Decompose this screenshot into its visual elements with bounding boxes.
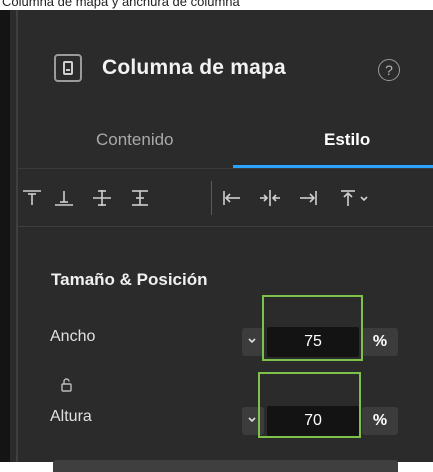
tab-estilo[interactable]: Estilo (324, 130, 370, 150)
height-unit[interactable]: % (362, 407, 398, 435)
align-middle-icon[interactable] (88, 185, 116, 211)
height-label: Altura (50, 408, 92, 425)
align-top-icon[interactable] (18, 185, 46, 211)
panel-title: Columna de mapa (102, 56, 286, 79)
height-highlight-box (258, 372, 361, 438)
align-bottom-icon[interactable] (50, 185, 78, 211)
distribute-vertical-icon[interactable] (126, 185, 154, 211)
help-circle-icon[interactable]: ? (378, 59, 400, 81)
align-right-icon[interactable] (294, 185, 322, 211)
width-highlight-box (262, 295, 363, 361)
width-label: Ancho (50, 328, 96, 345)
screenshot-caption: Columna de mapa y anchura de columna (2, 0, 240, 9)
app-window: Columna de mapa y anchura de columna Col… (0, 0, 433, 472)
toolbar-separator (211, 181, 212, 215)
tab-contenido[interactable]: Contenido (96, 130, 174, 150)
width-unit-dropdown[interactable] (242, 328, 264, 356)
align-left-icon[interactable] (218, 185, 246, 211)
toolbar-divider (18, 226, 433, 227)
chevron-down-icon (248, 338, 256, 344)
map-column-widget-icon (54, 54, 82, 82)
unlock-aspect-ratio-icon[interactable] (59, 377, 75, 393)
caption-strip: Columna de mapa y anchura de columna (0, 0, 433, 10)
align-top-dropdown-icon[interactable] (336, 185, 372, 211)
chevron-down-icon (248, 417, 256, 423)
size-position-heading: Tamaño & Posición (51, 270, 208, 289)
settings-panel: Columna de mapa ? Contenido Estilo Tamañ… (18, 10, 433, 472)
left-rail (0, 10, 10, 462)
align-center-horizontal-icon[interactable] (256, 185, 284, 211)
width-unit[interactable]: % (362, 328, 398, 356)
tabs-divider (18, 168, 433, 169)
